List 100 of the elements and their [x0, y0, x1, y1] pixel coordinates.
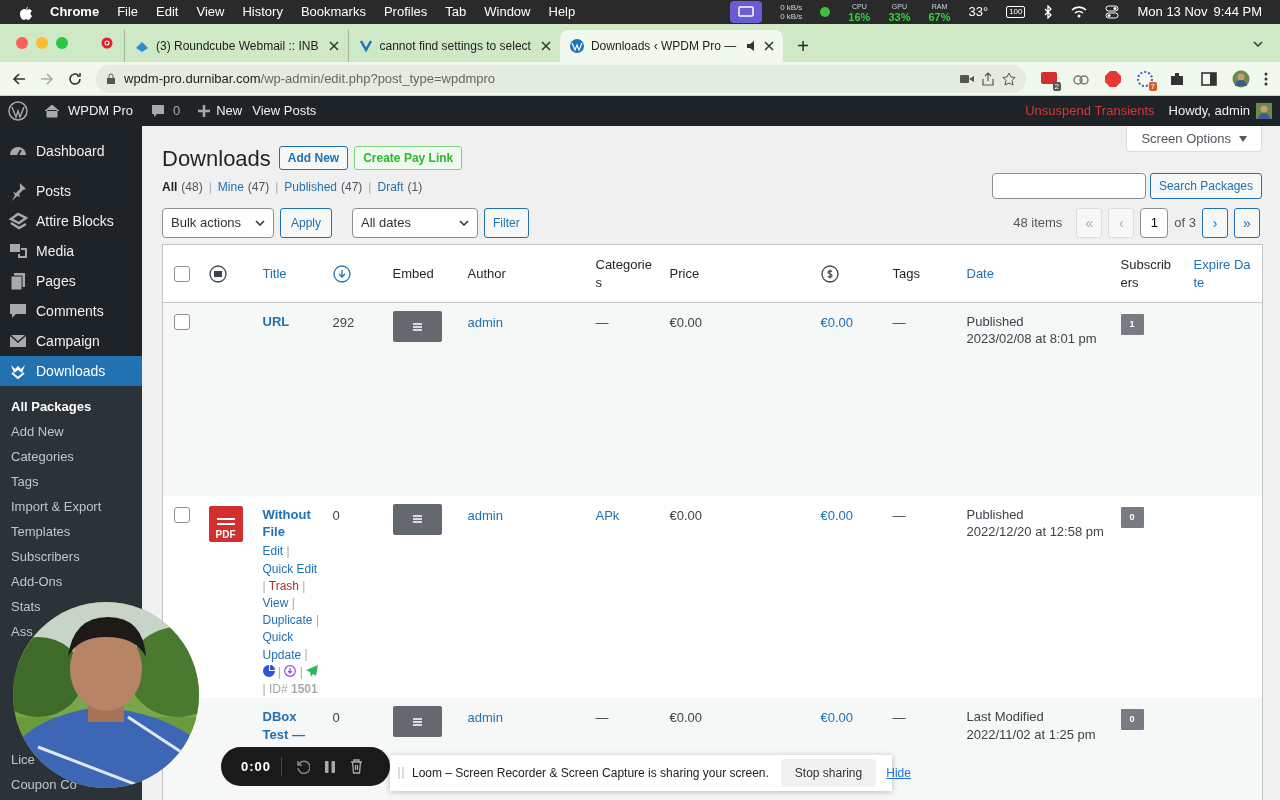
search-button[interactable]: Search Packages — [1149, 173, 1262, 199]
submenu-item[interactable]: Import & Export — [11, 494, 102, 519]
more-menu-icon[interactable] — [1264, 71, 1268, 86]
author-link[interactable]: admin — [467, 710, 503, 726]
submenu-item[interactable]: All Packages — [11, 394, 92, 419]
pause-icon[interactable] — [324, 759, 337, 774]
sidebar-item[interactable]: Campaign — [0, 326, 142, 356]
view-filter-link[interactable]: All — [162, 178, 178, 196]
view-posts-link[interactable]: View Posts — [252, 101, 317, 121]
menu-item[interactable]: Help — [548, 2, 576, 22]
column-header-link[interactable]: Date — [966, 264, 1105, 283]
menu-item[interactable]: History — [242, 2, 283, 22]
apply-button[interactable]: Apply — [280, 208, 333, 238]
row-action-link[interactable]: Quick Edit — [262, 560, 318, 578]
sale-price-link[interactable]: €0.00 — [820, 710, 854, 726]
page-number-field[interactable]: 1 — [1140, 208, 1169, 238]
row-action-link[interactable]: Duplicate — [262, 612, 313, 630]
extension-icon[interactable]: 7 — [1136, 69, 1154, 88]
sidebar-item[interactable]: Downloads — [0, 356, 142, 386]
search-field[interactable] — [991, 173, 1146, 199]
embed-button[interactable] — [392, 503, 442, 535]
submenu-item[interactable]: Categories — [11, 444, 74, 469]
sidebar-item[interactable]: Attire Blocks — [0, 206, 142, 236]
submenu-item[interactable]: Tags — [11, 469, 39, 494]
paper-plane-icon[interactable] — [306, 664, 319, 677]
wordpress-logo-icon[interactable] — [8, 101, 28, 121]
reload-icon[interactable] — [68, 71, 82, 86]
view-filter-link[interactable]: Mine — [217, 178, 244, 196]
bulk-actions-dropdown[interactable]: Bulk actions — [162, 208, 274, 238]
embed-button[interactable] — [392, 706, 442, 738]
restart-icon[interactable] — [296, 759, 311, 774]
package-title-link[interactable]: DBox Test — — [262, 708, 323, 743]
submenu-item[interactable]: Ass — [11, 619, 33, 644]
browser-tab[interactable]: Downloads ‹ WPDM Pro — — [559, 30, 784, 62]
sidebar-item[interactable]: Pages — [0, 266, 142, 296]
new-tab-button[interactable]: + — [797, 30, 809, 62]
submenu-item[interactable]: Templates — [11, 519, 71, 544]
row-action-link[interactable]: View — [262, 594, 289, 613]
sidebar-item[interactable]: Posts — [0, 176, 142, 206]
submenu-item[interactable]: Subscribers — [11, 544, 80, 569]
share-icon[interactable] — [982, 71, 994, 86]
account-menu[interactable]: Howdy, admin — [1168, 101, 1272, 121]
side-panel-icon[interactable] — [1200, 69, 1218, 88]
package-title-link[interactable]: URL — [262, 313, 323, 331]
sidebar-item[interactable]: Comments — [0, 296, 142, 326]
sidebar-item[interactable]: Dashboard — [0, 136, 142, 166]
menu-item[interactable]: Tab — [445, 2, 467, 22]
site-link[interactable]: WPDM Pro — [44, 101, 133, 121]
author-link[interactable]: admin — [467, 315, 503, 330]
author-link[interactable]: admin — [467, 507, 503, 523]
column-header-link[interactable]: Title — [262, 264, 317, 283]
menu-item[interactable]: Bookmarks — [300, 2, 366, 22]
trash-link[interactable]: Trash — [268, 578, 299, 593]
sidebar-item[interactable]: Media — [0, 236, 142, 266]
checkbox[interactable] — [173, 506, 190, 523]
back-icon[interactable] — [12, 71, 26, 86]
address-field[interactable]: wpdm-pro.durnibar.com/wp-admin/edit.php?post_type=wpdmpro — [96, 64, 1026, 93]
submenu-item[interactable]: Add-Ons — [11, 569, 63, 594]
app-menu[interactable]: Chrome — [50, 2, 100, 22]
screen-share-icon[interactable] — [730, 1, 763, 23]
bookmark-star-icon[interactable] — [1002, 71, 1016, 86]
close-icon[interactable] — [328, 41, 339, 51]
close-icon[interactable] — [540, 41, 551, 51]
category-link[interactable]: APk — [595, 507, 620, 523]
menu-item[interactable]: Window — [484, 2, 531, 22]
filter-button[interactable]: Filter — [484, 208, 529, 238]
submenu-item[interactable]: Add New — [11, 419, 64, 444]
chevron-down-icon[interactable] — [1252, 38, 1264, 50]
submenu-item[interactable]: Stats — [11, 594, 41, 619]
view-filter-link[interactable]: Draft — [377, 178, 404, 196]
sale-price-link[interactable]: €0.00 — [820, 315, 854, 330]
menu-item[interactable]: Edit — [156, 2, 179, 22]
record-icon[interactable] — [101, 37, 113, 49]
row-action-link[interactable]: Edit — [262, 543, 284, 561]
stop-sharing-button[interactable]: Stop sharing — [780, 759, 877, 787]
embed-button[interactable] — [392, 311, 442, 342]
new-link[interactable]: New — [198, 101, 243, 121]
column-header-link[interactable]: Expire Date — [1193, 255, 1254, 292]
menu-item[interactable]: File — [117, 2, 139, 22]
close-icon[interactable] — [764, 41, 775, 51]
submenu-item[interactable]: Lice — [11, 747, 35, 772]
profile-avatar-icon[interactable] — [1232, 69, 1250, 88]
menu-item[interactable]: Profiles — [383, 2, 428, 22]
pie-chart-icon[interactable] — [262, 664, 275, 677]
comments-link[interactable]: 0 — [151, 101, 181, 121]
sale-price-link[interactable]: €0.00 — [820, 507, 854, 523]
ad-block-icon[interactable] — [1104, 69, 1122, 88]
package-title-link[interactable]: Without File — [262, 505, 323, 541]
hide-link[interactable]: Hide — [886, 764, 911, 782]
view-filter-link[interactable]: Published — [284, 178, 337, 196]
pagination-button[interactable]: › — [1202, 208, 1228, 238]
row-action-link[interactable]: Quick Update — [262, 629, 302, 664]
checkbox[interactable] — [173, 314, 190, 330]
pagination-button[interactable]: » — [1234, 208, 1260, 238]
checkbox[interactable] — [173, 265, 190, 282]
screen-options-button[interactable]: Screen Options — [1126, 126, 1262, 152]
submenu-item[interactable]: Coupon Co — [11, 772, 77, 797]
date-filter-dropdown[interactable]: All dates — [352, 208, 479, 238]
menu-item[interactable]: View — [196, 2, 225, 22]
add-new-button[interactable]: Add New — [278, 146, 349, 170]
